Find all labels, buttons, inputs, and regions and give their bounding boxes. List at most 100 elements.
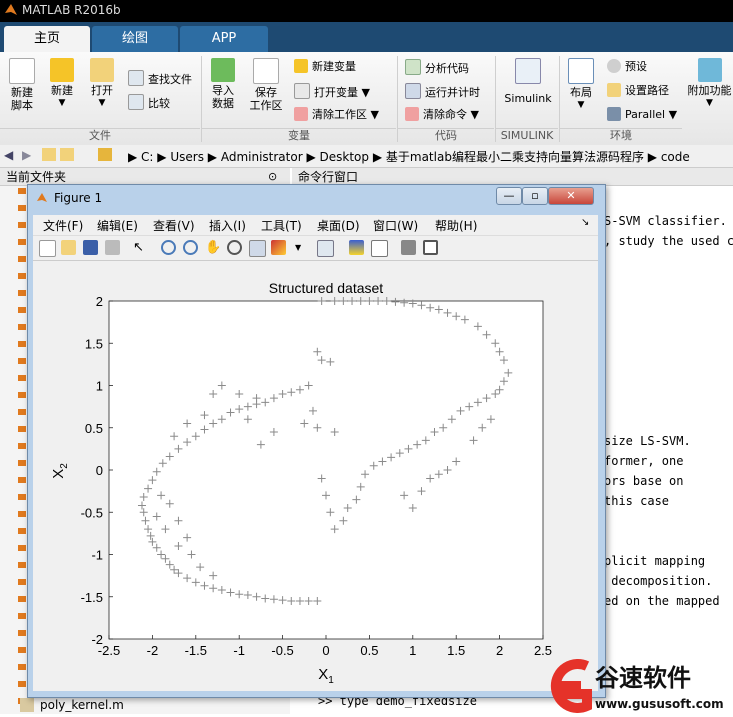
tab-apps[interactable]: APP xyxy=(180,26,268,52)
rotate-icon[interactable] xyxy=(227,240,242,255)
x-axis-label-sub: 1 xyxy=(328,675,334,686)
breadcrumb-item[interactable]: C: xyxy=(141,150,153,164)
panel-menu-icon[interactable]: ⊙ xyxy=(268,170,277,183)
x-tick-label: 0.5 xyxy=(360,643,378,658)
maximize-button[interactable]: ▫ xyxy=(522,187,548,205)
zoom-in-icon[interactable] xyxy=(161,240,176,255)
open-file-icon[interactable] xyxy=(61,240,76,255)
simulink-button[interactable]: Simulink xyxy=(500,58,556,105)
breadcrumb-item[interactable]: code xyxy=(661,150,690,164)
new-script-button[interactable]: 新建 脚本 xyxy=(4,58,40,112)
find-files-button[interactable]: 查找文件 xyxy=(128,70,192,87)
compare-button[interactable]: 比较 xyxy=(128,94,170,111)
y-tick-label: -1.5 xyxy=(81,590,103,605)
chevron-down-icon[interactable]: ▼ xyxy=(295,240,310,255)
command-output-line: this case xyxy=(604,494,670,508)
menu-edit[interactable]: 编辑(E) xyxy=(97,217,138,234)
chart-title: Structured dataset xyxy=(269,280,384,296)
y-tick-label: -0.5 xyxy=(81,505,103,520)
menu-window[interactable]: 窗口(W) xyxy=(373,217,418,234)
watermark-g-icon xyxy=(550,659,592,713)
open-variable-button[interactable]: 打开变量 ▼ xyxy=(294,83,370,100)
layout-button[interactable]: 布局 ▼ xyxy=(564,58,598,112)
set-path-button[interactable]: 设置路径 xyxy=(607,83,669,98)
simulink-icon xyxy=(515,58,541,84)
watermark-logo: 谷速软件 www.gususoft.com xyxy=(550,659,724,713)
compare-icon xyxy=(128,94,144,110)
save-icon xyxy=(253,58,279,84)
command-output-line: ors base on xyxy=(604,474,684,488)
save-figure-icon[interactable] xyxy=(83,240,98,255)
parallel-button[interactable]: Parallel ▼ xyxy=(607,107,677,122)
new-variable-button[interactable]: 新建变量 xyxy=(294,59,356,74)
new-variable-icon xyxy=(294,59,308,73)
run-and-time-button[interactable]: 运行并计时 xyxy=(405,83,480,100)
breadcrumb: ▶ C: ▶ Users ▶ Administrator ▶ Desktop ▶… xyxy=(128,148,690,165)
ribbon-tab-row: 主页 绘图 APP xyxy=(0,22,733,52)
browse-folder-icon[interactable] xyxy=(60,148,74,161)
command-output-line: size LS-SVM. xyxy=(604,434,691,448)
breadcrumb-item[interactable]: Desktop xyxy=(320,150,370,164)
path-separator: ▶ xyxy=(372,150,386,164)
addons-button[interactable]: 附加功能 ▼ xyxy=(686,58,733,110)
new-figure-icon[interactable] xyxy=(39,240,56,257)
close-button[interactable]: ✕ xyxy=(548,187,594,205)
tab-plots[interactable]: 绘图 xyxy=(92,26,178,52)
up-folder-icon[interactable] xyxy=(42,148,56,161)
addons-icon xyxy=(697,58,722,82)
forward-arrow-icon[interactable]: ▶ xyxy=(22,148,31,162)
zoom-out-icon[interactable] xyxy=(183,240,198,255)
x-tick-label: -0.5 xyxy=(271,643,293,658)
open-button[interactable]: 打开 ▼ xyxy=(84,58,120,110)
command-output-line: decomposition. xyxy=(604,574,713,588)
clear-workspace-button[interactable]: 清除工作区 ▼ xyxy=(294,107,379,122)
colorbar-icon[interactable] xyxy=(349,240,364,255)
link-plot-icon[interactable] xyxy=(317,240,334,257)
y-tick-label: 0 xyxy=(96,463,103,478)
new-script-icon xyxy=(9,58,35,84)
data-cursor-icon[interactable] xyxy=(249,240,266,257)
file-item[interactable]: poly_kernel.m xyxy=(40,698,124,712)
menu-tools[interactable]: 工具(T) xyxy=(261,217,302,234)
parallel-icon xyxy=(607,107,621,121)
menu-help[interactable]: 帮助(H) xyxy=(435,217,477,234)
breadcrumb-item[interactable]: Users xyxy=(170,150,204,164)
new-button[interactable]: 新建 ▼ xyxy=(44,58,80,110)
breadcrumb-item[interactable]: Administrator xyxy=(221,150,303,164)
print-icon[interactable] xyxy=(105,240,120,255)
menu-view[interactable]: 查看(V) xyxy=(153,217,195,234)
back-arrow-icon[interactable]: ◀ xyxy=(4,148,13,162)
import-data-button[interactable]: 导入 数据 xyxy=(206,58,240,110)
path-separator: ▶ xyxy=(647,150,661,164)
x-tick-label: -1 xyxy=(233,643,245,658)
menu-desktop[interactable]: 桌面(D) xyxy=(317,217,360,234)
chevron-down-icon: ▼ xyxy=(58,98,66,108)
run-and-time-icon xyxy=(405,83,421,99)
breadcrumb-item[interactable]: 基于matlab编程最小二乘支持向量算法源码程序 xyxy=(386,150,644,164)
figure-window[interactable]: Figure 1 — ▫ ✕ 文件(F) 编辑(E) 查看(V) 插入(I) 工… xyxy=(27,184,606,698)
analyze-code-button[interactable]: 分析代码 xyxy=(405,59,469,76)
address-bar: ◀ ▶ ▶ C: ▶ Users ▶ Administrator ▶ Deskt… xyxy=(0,145,733,168)
brush-icon[interactable] xyxy=(271,240,286,255)
pointer-icon[interactable]: ↖ xyxy=(133,240,148,255)
app-title-bar: MATLAB R2016b xyxy=(0,0,733,22)
watermark: 谷速软件 www.gususoft.com xyxy=(535,658,733,714)
figure-canvas: Structured dataset -2.5 -2 -1.5 -1 -0.5 0 0.5 1… xyxy=(33,261,598,691)
menu-insert[interactable]: 插入(I) xyxy=(209,217,246,234)
hide-plot-tools-icon[interactable] xyxy=(401,240,416,255)
tab-home[interactable]: 主页 xyxy=(4,26,90,52)
legend-icon[interactable] xyxy=(371,240,388,257)
save-workspace-button[interactable]: 保存 工作区 xyxy=(246,58,286,112)
pan-hand-icon[interactable]: ✋ xyxy=(205,240,221,255)
path-separator: ▶ xyxy=(128,150,142,164)
preferences-button[interactable]: 预设 xyxy=(607,59,647,74)
figure-title: Figure 1 xyxy=(54,191,103,205)
minimize-button[interactable]: — xyxy=(496,187,522,205)
plus-icon xyxy=(50,58,74,82)
folder-icon xyxy=(90,58,114,82)
menu-file[interactable]: 文件(F) xyxy=(43,217,83,234)
show-plot-tools-icon[interactable] xyxy=(423,240,438,255)
clear-commands-button[interactable]: 清除命令 ▼ xyxy=(405,107,479,122)
matlab-logo-icon xyxy=(4,3,18,17)
dock-arrow-icon[interactable]: ↘ xyxy=(581,217,589,228)
